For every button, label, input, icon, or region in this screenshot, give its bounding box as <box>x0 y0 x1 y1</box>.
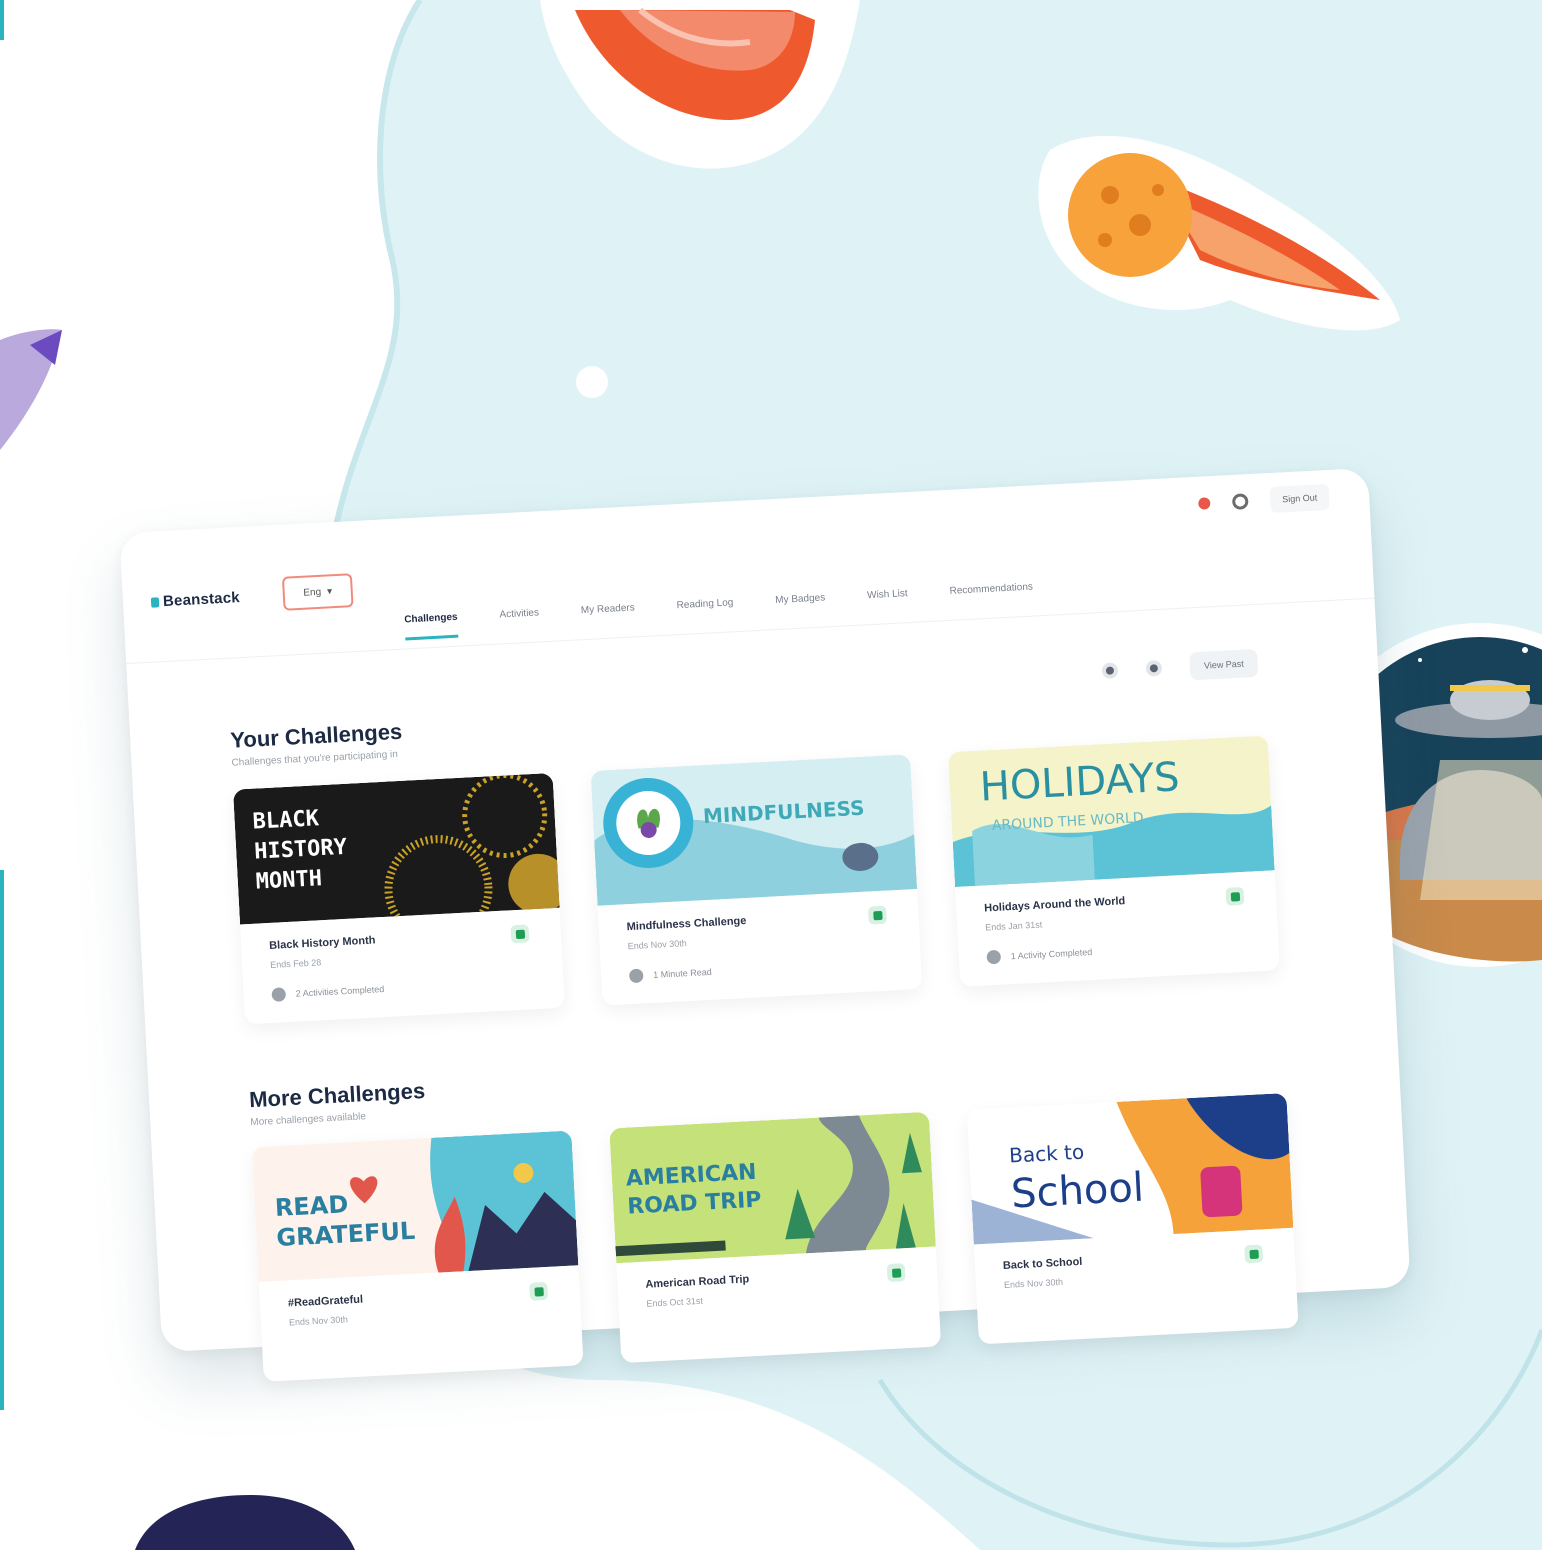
svg-text:School: School <box>1010 1165 1145 1218</box>
language-select[interactable]: Eng ▾ <box>281 573 354 611</box>
card-progress: 1 Minute Read <box>628 965 712 984</box>
left-edge-stripe-top <box>0 0 4 40</box>
progress-text: 1 Activity Completed <box>1010 946 1093 962</box>
language-value: Eng <box>303 586 322 599</box>
card-progress: 1 Activity Completed <box>986 945 1092 965</box>
svg-text:HISTORY: HISTORY <box>254 835 349 865</box>
tab-challenges[interactable]: Challenges <box>404 611 459 641</box>
progress-icon <box>628 968 644 984</box>
your-challenges-header: Your Challenges Challenges that you're p… <box>230 719 404 769</box>
challenge-card[interactable]: MINDFULNESS Mindfulness Challenge Ends N… <box>590 754 923 1006</box>
card-title: Mindfulness Challenge <box>626 914 747 934</box>
brand-mark-icon <box>150 596 160 608</box>
card-date: Ends Nov 30th <box>627 938 687 952</box>
challenge-banner-image: MINDFULNESS <box>590 754 918 906</box>
card-date: Ends Nov 30th <box>1003 1276 1064 1291</box>
progress-icon <box>271 987 287 1002</box>
card-progress: 2 Activities Completed <box>271 982 384 1002</box>
challenge-banner-image: Back to School <box>966 1092 1294 1245</box>
svg-text:READ: READ <box>274 1190 349 1222</box>
card-title: American Road Trip <box>645 1273 750 1291</box>
tab-wish-list[interactable]: Wish List <box>867 588 909 616</box>
background-dot <box>576 366 608 398</box>
brand-name: Beanstack <box>162 589 241 611</box>
app-window: Beanstack Eng ▾ Sign Out Challenges Acti… <box>119 467 1411 1382</box>
sign-out-button[interactable]: Sign Out <box>1269 483 1330 513</box>
tab-reading-log[interactable]: Reading Log <box>676 597 734 626</box>
tab-my-badges[interactable]: My Badges <box>775 592 826 621</box>
more-challenges-header: More Challenges More challenges availabl… <box>249 1078 427 1128</box>
card-date: Ends Oct 31st <box>646 1295 704 1309</box>
card-title: #ReadGrateful <box>287 1293 364 1310</box>
challenge-banner-image: READ GRATEFUL <box>251 1130 579 1283</box>
progress-icon <box>986 949 1002 965</box>
svg-text:MONTH: MONTH <box>255 866 322 894</box>
tab-activities[interactable]: Activities <box>499 607 540 635</box>
tab-recommendations[interactable]: Recommendations <box>949 582 1034 612</box>
brand-logo[interactable]: Beanstack <box>150 589 241 611</box>
check-icon <box>867 905 887 925</box>
challenge-card[interactable]: READ GRATEFUL #ReadGrateful Ends Nov 30t… <box>251 1130 584 1382</box>
card-date: Ends Nov 30th <box>288 1314 349 1328</box>
svg-text:BLACK: BLACK <box>252 806 320 834</box>
check-icon <box>1225 886 1245 906</box>
your-challenges-list: BLACK HISTORY MONTH Black History Month … <box>232 735 1280 1025</box>
check-icon <box>510 924 530 944</box>
view-past-button[interactable]: View Past <box>1189 648 1259 681</box>
challenge-banner-image: HOLIDAYS AROUND THE WORLD <box>947 735 1275 888</box>
challenge-card[interactable]: HOLIDAYS AROUND THE WORLD Holidays Aroun… <box>947 735 1280 987</box>
progress-text: 2 Activities Completed <box>295 984 385 999</box>
card-title: Holidays Around the World <box>983 895 1126 915</box>
dark-planet-sticker <box>135 1495 355 1550</box>
challenge-card[interactable]: BLACK HISTORY MONTH Black History Month … <box>232 772 565 1025</box>
svg-text:Back to: Back to <box>1009 1140 1085 1168</box>
chevron-down-icon: ▾ <box>326 585 333 597</box>
card-title: Back to School <box>1002 1255 1083 1273</box>
filter-icon[interactable] <box>1101 662 1119 680</box>
check-icon <box>529 1281 549 1301</box>
challenge-banner-image: BLACK HISTORY MONTH <box>232 772 560 925</box>
card-date: Ends Feb 28 <box>269 957 322 970</box>
rocket-fin-sticker <box>0 329 62 450</box>
left-edge-stripe <box>0 870 4 1410</box>
tab-my-readers[interactable]: My Readers <box>581 602 636 631</box>
check-icon <box>1244 1244 1264 1264</box>
section-title: More Challenges <box>248 1078 426 1113</box>
challenge-card[interactable]: AMERICAN ROAD TRIP American Road Trip En… <box>609 1111 942 1364</box>
challenge-banner-image: AMERICAN ROAD TRIP <box>609 1111 936 1264</box>
progress-text: 1 Minute Read <box>652 966 712 980</box>
sort-icon[interactable] <box>1145 659 1163 677</box>
header-actions: Sign Out <box>1197 483 1330 517</box>
section-title: Your Challenges <box>229 718 403 753</box>
challenges-toolbar: View Past <box>1101 648 1259 685</box>
card-title: Black History Month <box>268 934 376 952</box>
challenge-card[interactable]: Back to School Back to School Ends Nov 3… <box>966 1092 1299 1345</box>
check-icon <box>886 1263 906 1283</box>
card-date: Ends Jan 31st <box>984 919 1043 933</box>
gear-icon[interactable] <box>1231 493 1249 510</box>
notification-icon[interactable] <box>1197 497 1211 510</box>
